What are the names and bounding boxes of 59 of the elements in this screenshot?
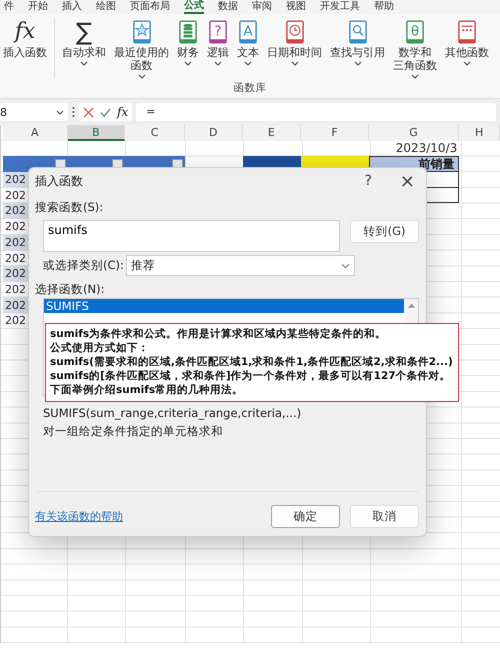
menu-tab[interactable]: 绘图 (96, 1, 116, 13)
ok-button[interactable]: 确定 (271, 505, 340, 528)
annotation-text: 下面举例介绍sumifs常用的几种用法。 (50, 383, 244, 397)
category-dropdown[interactable]: 推荐 (126, 255, 355, 276)
cancel-button[interactable]: 取消 (350, 505, 419, 528)
menu-tab[interactable]: 开发工具 (320, 1, 360, 13)
function-icon: fx (14, 18, 36, 46)
sum-icon: ∑ (76, 18, 92, 46)
annotation-text: 公式使用方式如下： (50, 341, 150, 355)
book-icon: θ (406, 20, 424, 44)
column-header[interactable]: C (125, 125, 185, 141)
caret-icon (56, 110, 64, 114)
ribbon-button[interactable]: ? 逻辑 (204, 18, 232, 66)
column-header[interactable]: G (368, 125, 460, 141)
caret-icon (340, 262, 350, 268)
ribbon-button[interactable]: 其他函数 (442, 18, 492, 66)
column-header[interactable]: B (68, 125, 126, 141)
menu-tab[interactable]: 页面布局 (130, 1, 170, 13)
ribbon-button[interactable]: 查找与引用 (327, 18, 388, 66)
more-icon (72, 106, 75, 118)
ribbon-button[interactable]: 最近使用的 函数 (111, 18, 172, 79)
column-header[interactable]: D (184, 125, 243, 141)
menu-tab[interactable]: 帮助 (374, 1, 394, 13)
ribbon-button[interactable]: ∑ 自动求和 (59, 18, 109, 66)
ribbon-button[interactable]: fx 插入函数 (0, 18, 50, 59)
menu-tab[interactable]: 视图 (286, 1, 306, 13)
function-item[interactable]: SUMIFS (44, 299, 404, 313)
insert-function-button[interactable]: fx (117, 105, 128, 119)
menu-tab[interactable]: 插入 (62, 1, 82, 13)
ribbon-button[interactable]: A 文本 (234, 18, 262, 66)
menu-tab[interactable]: 件 (4, 1, 14, 13)
book-icon: A (239, 20, 257, 44)
help-link[interactable]: 有关该函数的帮助 (35, 509, 123, 524)
menu-tab[interactable]: 审阅 (252, 1, 272, 13)
ribbon-button[interactable]: 财务 (174, 18, 202, 66)
function-description: 对一组给定条件指定的单元格求和 (42, 424, 224, 439)
column-header[interactable]: H (459, 125, 500, 141)
annotation-text: sumifs的[条件匹配区域，求和条件]作为一个条件对，最多可以有127个条件对。 (50, 369, 452, 383)
cancel-icon[interactable] (83, 106, 94, 118)
column-header[interactable]: F (301, 125, 369, 141)
go-button[interactable]: 转到(G) (350, 220, 419, 243)
formula-field[interactable]: = (136, 103, 496, 121)
annotation-text: sumifs为条件求和公式。作用是计算求和区域内某些特定条件的和。 (50, 327, 388, 341)
name-box[interactable]: 8 (0, 103, 68, 121)
close-button[interactable]: × (382, 170, 419, 192)
search-field[interactable]: sumifs (43, 220, 340, 252)
help-button[interactable]: ? (354, 173, 382, 189)
annotation-text: sumifs(需要求和的区域,条件匹配区域1,求和条件1,条件匹配区域2,求和条件2...) (50, 355, 454, 369)
ribbon-button[interactable]: θ 数学和 三角函数 (390, 18, 440, 79)
check-icon[interactable] (100, 106, 111, 118)
menu-tab[interactable]: 数据 (218, 1, 238, 13)
menu-tab[interactable]: 开始 (28, 1, 48, 13)
group-label: 函数库 (232, 81, 268, 96)
table-cell-text: 2023/10/3 (396, 140, 458, 156)
column-header[interactable]: E (242, 125, 302, 141)
ribbon-button[interactable]: 日期和时间 (264, 18, 325, 66)
function-syntax: SUMIFS(sum_range,criteria_range,criteria,...) (42, 406, 302, 420)
scroll-up-icon[interactable] (408, 303, 414, 308)
book-icon: ? (209, 20, 227, 44)
